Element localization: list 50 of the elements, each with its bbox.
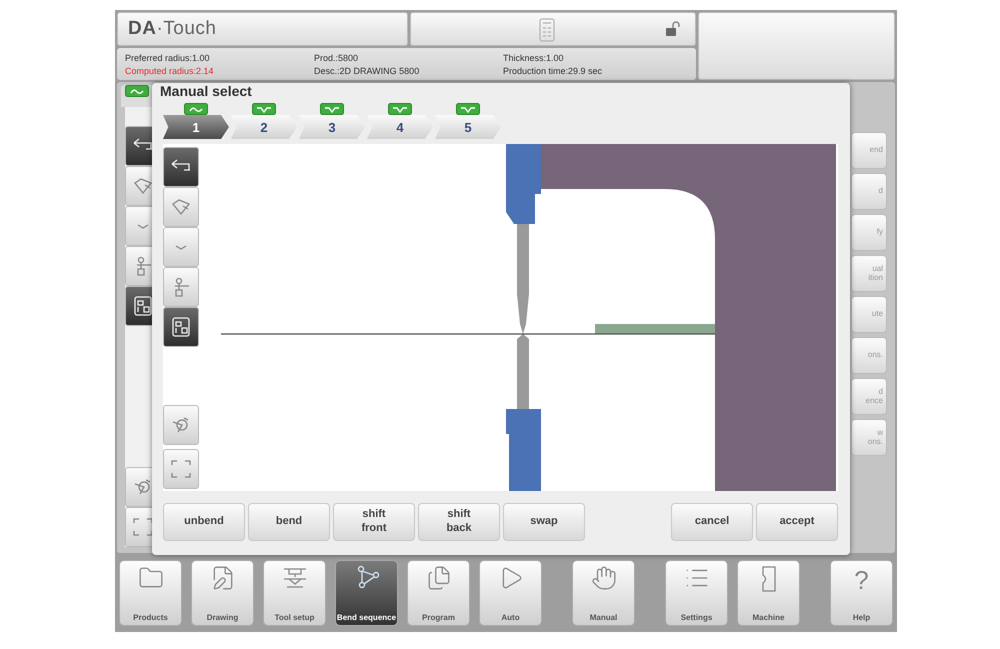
nav-button[interactable]: Auto bbox=[479, 560, 542, 626]
brand-logo: DA·Touch bbox=[128, 18, 216, 40]
action-button[interactable]: swap bbox=[503, 503, 585, 541]
nav-button[interactable]: Program bbox=[407, 560, 470, 626]
bend-step-tab[interactable]: 1 bbox=[163, 115, 229, 139]
dialog-title: Manual select bbox=[160, 83, 253, 99]
bend-step-tab[interactable]: 2 bbox=[231, 115, 297, 139]
nav-button[interactable]: Machine bbox=[737, 560, 800, 626]
help-glyph: ? bbox=[854, 564, 869, 594]
action-button[interactable]: shift front bbox=[333, 503, 415, 541]
nav-button[interactable]: Drawing bbox=[191, 560, 254, 626]
view-tool-button[interactable] bbox=[163, 147, 199, 187]
bend-badge-icon bbox=[456, 103, 480, 115]
hand-icon bbox=[590, 564, 616, 590]
info-text: Desc.:2D DRAWING 5800 bbox=[314, 66, 420, 76]
padlock-icon[interactable] bbox=[665, 21, 681, 37]
zoom-frame-icon bbox=[131, 516, 155, 538]
background-tab[interactable] bbox=[121, 85, 155, 107]
vee-icon bbox=[137, 224, 149, 228]
action-button[interactable]: cancel bbox=[671, 503, 753, 541]
bend-step-tab[interactable]: 3 bbox=[299, 115, 365, 139]
zoom-frame-icon bbox=[169, 458, 193, 480]
bend-step-tab[interactable]: 5 bbox=[435, 115, 501, 139]
bend-badge-icon bbox=[125, 85, 149, 97]
nav-button[interactable]: ? Help bbox=[830, 560, 893, 626]
pages-icon bbox=[426, 564, 452, 590]
bend-badge-icon bbox=[388, 103, 412, 115]
bend-step-tab[interactable]: 4 bbox=[367, 115, 433, 139]
folder-icon bbox=[138, 564, 164, 590]
action-button[interactable]: bend bbox=[248, 503, 330, 541]
info-text: Computed radius:2.14 bbox=[125, 66, 215, 76]
action-button[interactable]: unbend bbox=[163, 503, 245, 541]
nav-button[interactable]: Tool setup bbox=[263, 560, 326, 626]
info-text: Preferred radius:1.00 bbox=[125, 52, 211, 62]
nav-button[interactable]: Bend sequence bbox=[335, 560, 398, 626]
bend-badge-icon bbox=[252, 103, 276, 115]
info-text: Production time:29.9 sec bbox=[503, 66, 604, 76]
vee-icon bbox=[175, 244, 187, 250]
nav-button[interactable]: Settings bbox=[665, 560, 728, 626]
calculator-icon[interactable] bbox=[539, 18, 555, 42]
action-button[interactable]: accept bbox=[756, 503, 838, 541]
bend-badge-icon bbox=[184, 103, 208, 115]
side-button[interactable]: d ence bbox=[851, 378, 887, 415]
action-button[interactable]: shift back bbox=[418, 503, 500, 541]
nav-button[interactable]: Manual bbox=[572, 560, 635, 626]
bend-badge-icon bbox=[320, 103, 344, 115]
nav-button[interactable]: Products bbox=[119, 560, 182, 626]
info-text: Thickness:1.00 bbox=[503, 52, 565, 62]
info-text: Prod.:5800 bbox=[314, 52, 360, 62]
view-tool-button[interactable] bbox=[163, 307, 199, 347]
